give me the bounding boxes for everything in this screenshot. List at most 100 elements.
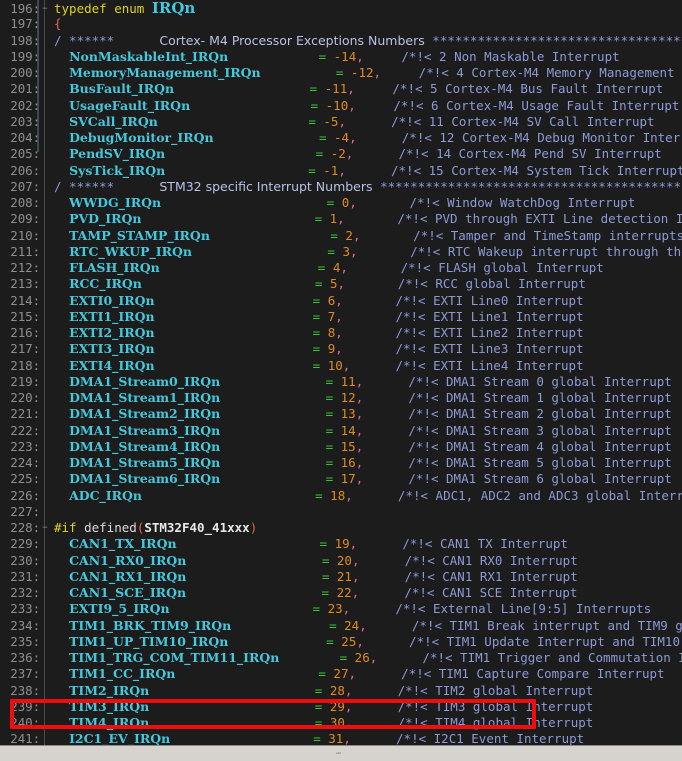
code-line[interactable]: 240: TIM4_IRQn = 30, /*!< TIM4 global In… (0, 715, 682, 731)
code-lines-container: 196: − typedef enum IRQn 197:{198: / ****** … (0, 0, 682, 745)
line-number: 230: (10, 552, 40, 568)
code-line[interactable]: 202: UsageFault_IRQn = -10, /*!< 6 Corte… (0, 98, 682, 114)
code-line[interactable]: 218: EXTI4_IRQn = 10, /*!< EXTI Line4 In… (0, 358, 682, 374)
line-number: 226: (10, 487, 40, 503)
line-number: 229: (10, 536, 40, 552)
code-line[interactable]: 236: TIM1_TRG_COM_TIM11_IRQn = 26, /*!< … (0, 650, 682, 666)
code-line[interactable]: 205: PendSV_IRQn = -2, /*!< 14 Cortex-M4… (0, 146, 682, 162)
code-line[interactable]: 222: DMA1_Stream3_IRQn = 14, /*!< DMA1 S… (0, 423, 682, 439)
code-line[interactable]: 226: ADC_IRQn = 18, /*!< ADC1, ADC2 and … (0, 488, 682, 504)
code-line[interactable]: 220: DMA1_Stream1_IRQn = 12, /*!< DMA1 S… (0, 390, 682, 406)
code-line[interactable]: 227: (0, 504, 682, 520)
line-source: SysTick_IRQn = -1, /*!< 15 Cortex-M4 Sys… (69, 162, 682, 178)
code-line[interactable]: 235: TIM1_UP_TIM10_IRQn = 25, /*!< TIM1 … (0, 634, 682, 650)
code-line[interactable]: 234: TIM1_BRK_TIM9_IRQn = 24, /*!< TIM1 … (0, 618, 682, 634)
line-number: 202: (10, 97, 40, 113)
line-source: I2C1_EV_IRQn = 31, /*!< I2C1 Event Inter… (69, 731, 585, 745)
line-number: 222: (10, 422, 40, 438)
code-line[interactable]: 233: EXTI9_5_IRQn = 23, /*!< External Li… (0, 601, 682, 617)
code-line[interactable]: 237: TIM1_CC_IRQn = 27, /*!< TIM1 Captur… (0, 666, 682, 682)
line-source: EXTI1_IRQn = 7, /*!< EXTI Line1 Interrup… (69, 308, 584, 324)
line-source: TIM4_IRQn = 30, /*!< TIM4 global Interru… (69, 715, 594, 730)
line-number: 214: (10, 292, 40, 308)
code-line[interactable]: 212: FLASH_IRQn = 4, /*!< FLASH global I… (0, 260, 682, 276)
line-source: typedef enum IRQn (54, 0, 196, 17)
code-line[interactable]: 223: DMA1_Stream4_IRQn = 15, /*!< DMA1 S… (0, 439, 682, 455)
code-line[interactable]: 213: RCC_IRQn = 5, /*!< RCC global Inter… (0, 276, 682, 292)
code-line[interactable]: 207: / ****** STM32 specific Interrupt Nu… (0, 179, 682, 195)
code-line[interactable]: 203: SVCall_IRQn = -5, /*!< 11 Cortex-M4… (0, 114, 682, 130)
code-line[interactable]: 204: DebugMonitor_IRQn = -4, /*!< 12 Cor… (0, 130, 682, 146)
line-number: 233: (10, 601, 40, 617)
code-line[interactable]: 197: { (0, 16, 682, 32)
code-line[interactable]: 221: DMA1_Stream2_IRQn = 13, /*!< DMA1 S… (0, 406, 682, 422)
code-line[interactable]: 200: MemoryManagement_IRQn = -12, /*!< 4… (0, 65, 682, 81)
line-number: 215: (10, 308, 40, 324)
code-line[interactable]: 229: CAN1_TX_IRQn = 19, /*!< CAN1 TX Int… (0, 536, 682, 552)
line-source: PendSV_IRQn = -2, /*!< 14 Cortex-M4 Pend… (69, 146, 662, 162)
code-line[interactable]: 239: TIM3_IRQn = 29, /*!< TIM3 global In… (0, 699, 682, 715)
line-number: 239: (10, 698, 40, 714)
code-line[interactable]: 217: EXTI3_IRQn = 9, /*!< EXTI Line3 Int… (0, 341, 682, 357)
line-number: 216: (10, 325, 40, 340)
scrollbar-thumb[interactable]: ⋯ (0, 747, 682, 761)
line-source: / ****** Cortex- M4 Processor Exceptions… (54, 32, 682, 48)
line-number: 197: (10, 16, 40, 32)
line-source: DMA1_Stream0_IRQn = 11, /*!< DMA1 Stream… (69, 373, 672, 389)
line-number: 224: (10, 455, 40, 470)
line-source: DMA1_Stream3_IRQn = 14, /*!< DMA1 Stream… (69, 422, 672, 438)
line-source: EXTI2_IRQn = 8, /*!< EXTI Line2 Interrup… (69, 325, 584, 340)
code-line[interactable]: 198: / ****** Cortex- M4 Processor Except… (0, 33, 682, 49)
code-line[interactable]: 201: BusFault_IRQn = -11, /*!< 5 Cortex-… (0, 81, 682, 97)
line-number: 241: (10, 731, 40, 745)
code-line[interactable]: 231: CAN1_RX1_IRQn = 21, /*!< CAN1 RX1 I… (0, 569, 682, 585)
code-line[interactable]: 209: PVD_IRQn = 1, /*!< PVD through EXTI… (0, 211, 682, 227)
line-number: 198: (10, 32, 40, 48)
code-line[interactable]: 219: DMA1_Stream0_IRQn = 11, /*!< DMA1 S… (0, 374, 682, 390)
code-line[interactable]: 216: EXTI2_IRQn = 8, /*!< EXTI Line2 Int… (0, 325, 682, 341)
line-number: 235: (10, 633, 40, 649)
line-source: ADC_IRQn = 18, /*!< ADC1, ADC2 and ADC3 … (69, 487, 682, 503)
code-line[interactable]: 232: CAN1_SCE_IRQn = 22, /*!< CAN1 SCE I… (0, 585, 682, 601)
line-source: CAN1_RX1_IRQn = 21, /*!< CAN1 RX1 Interr… (69, 568, 578, 584)
code-line[interactable]: 211: RTC_WKUP_IRQn = 3, /*!< RTC Wakeup … (0, 244, 682, 260)
line-source: TIM1_TRG_COM_TIM11_IRQn = 26, /*!< TIM1 … (69, 650, 682, 665)
code-line[interactable]: 230: CAN1_RX0_IRQn = 20, /*!< CAN1 RX0 I… (0, 553, 682, 569)
code-line[interactable]: 196: − typedef enum IRQn (0, 0, 682, 16)
code-line[interactable]: 241: I2C1_EV_IRQn = 31, /*!< I2C1 Event … (0, 731, 682, 745)
line-number: 219: (10, 373, 40, 389)
line-number: 211: (10, 243, 40, 259)
line-source: EXTI9_5_IRQn = 23, /*!< External Line[9:… (69, 601, 652, 617)
line-source: TIM1_UP_TIM10_IRQn = 25, /*!< TIM1 Updat… (69, 633, 680, 649)
line-number: 218: (10, 357, 40, 373)
line-source: RCC_IRQn = 5, /*!< RCC global Interrupt (69, 276, 586, 292)
line-source: EXTI4_IRQn = 10, /*!< EXTI Line4 Interru… (69, 357, 584, 373)
line-source: DebugMonitor_IRQn = -4, /*!< 12 Cortex-M… (69, 130, 682, 145)
line-source: MemoryManagement_IRQn = -12, /*!< 4 Cort… (69, 65, 675, 80)
code-line[interactable]: 208: WWDG_IRQn = 0, /*!< Window WatchDog… (0, 195, 682, 211)
code-text-area[interactable]: 196: − typedef enum IRQn 197:{198: / ****** … (0, 0, 682, 745)
horizontal-scrollbar[interactable]: ⋯ (0, 745, 682, 761)
code-line[interactable]: 214: EXTI0_IRQn = 6, /*!< EXTI Line0 Int… (0, 293, 682, 309)
code-line[interactable]: 225: DMA1_Stream6_IRQn = 17, /*!< DMA1 S… (0, 471, 682, 487)
line-source: UsageFault_IRQn = -10, /*!< 6 Cortex-M4 … (69, 97, 680, 113)
fold-collapse-icon[interactable]: − (40, 1, 50, 17)
fold-collapse-icon[interactable]: − (40, 520, 50, 536)
line-source: DMA1_Stream4_IRQn = 15, /*!< DMA1 Stream… (69, 438, 672, 454)
code-line[interactable]: 206: SysTick_IRQn = -1, /*!< 15 Cortex-M… (0, 163, 682, 179)
line-number: 212: (10, 260, 40, 275)
code-line[interactable]: 224: DMA1_Stream5_IRQn = 16, /*!< DMA1 S… (0, 455, 682, 471)
line-source: #if defined(STM32F40_41xxx) (54, 520, 258, 535)
code-line[interactable]: 238: TIM2_IRQn = 28, /*!< TIM2 global In… (0, 683, 682, 699)
code-line[interactable]: 228: − #if defined(STM32F40_41xxx) (0, 520, 682, 536)
line-number: 207: (10, 178, 40, 194)
code-editor-window: 196: − typedef enum IRQn 197:{198: / ****** … (0, 0, 682, 761)
code-line[interactable]: 215: EXTI1_IRQn = 7, /*!< EXTI Line1 Int… (0, 309, 682, 325)
line-number: 206: (10, 162, 40, 178)
line-number: 203: (10, 113, 40, 129)
line-number: 221: (10, 406, 40, 422)
line-number: 210: (10, 227, 40, 243)
code-line[interactable]: 210: TAMP_STAMP_IRQn = 2, /*!< Tamper an… (0, 228, 682, 244)
line-source: DMA1_Stream6_IRQn = 17, /*!< DMA1 Stream… (69, 471, 672, 487)
code-line[interactable]: 199: NonMaskableInt_IRQn = -14, /*!< 2 N… (0, 49, 682, 65)
